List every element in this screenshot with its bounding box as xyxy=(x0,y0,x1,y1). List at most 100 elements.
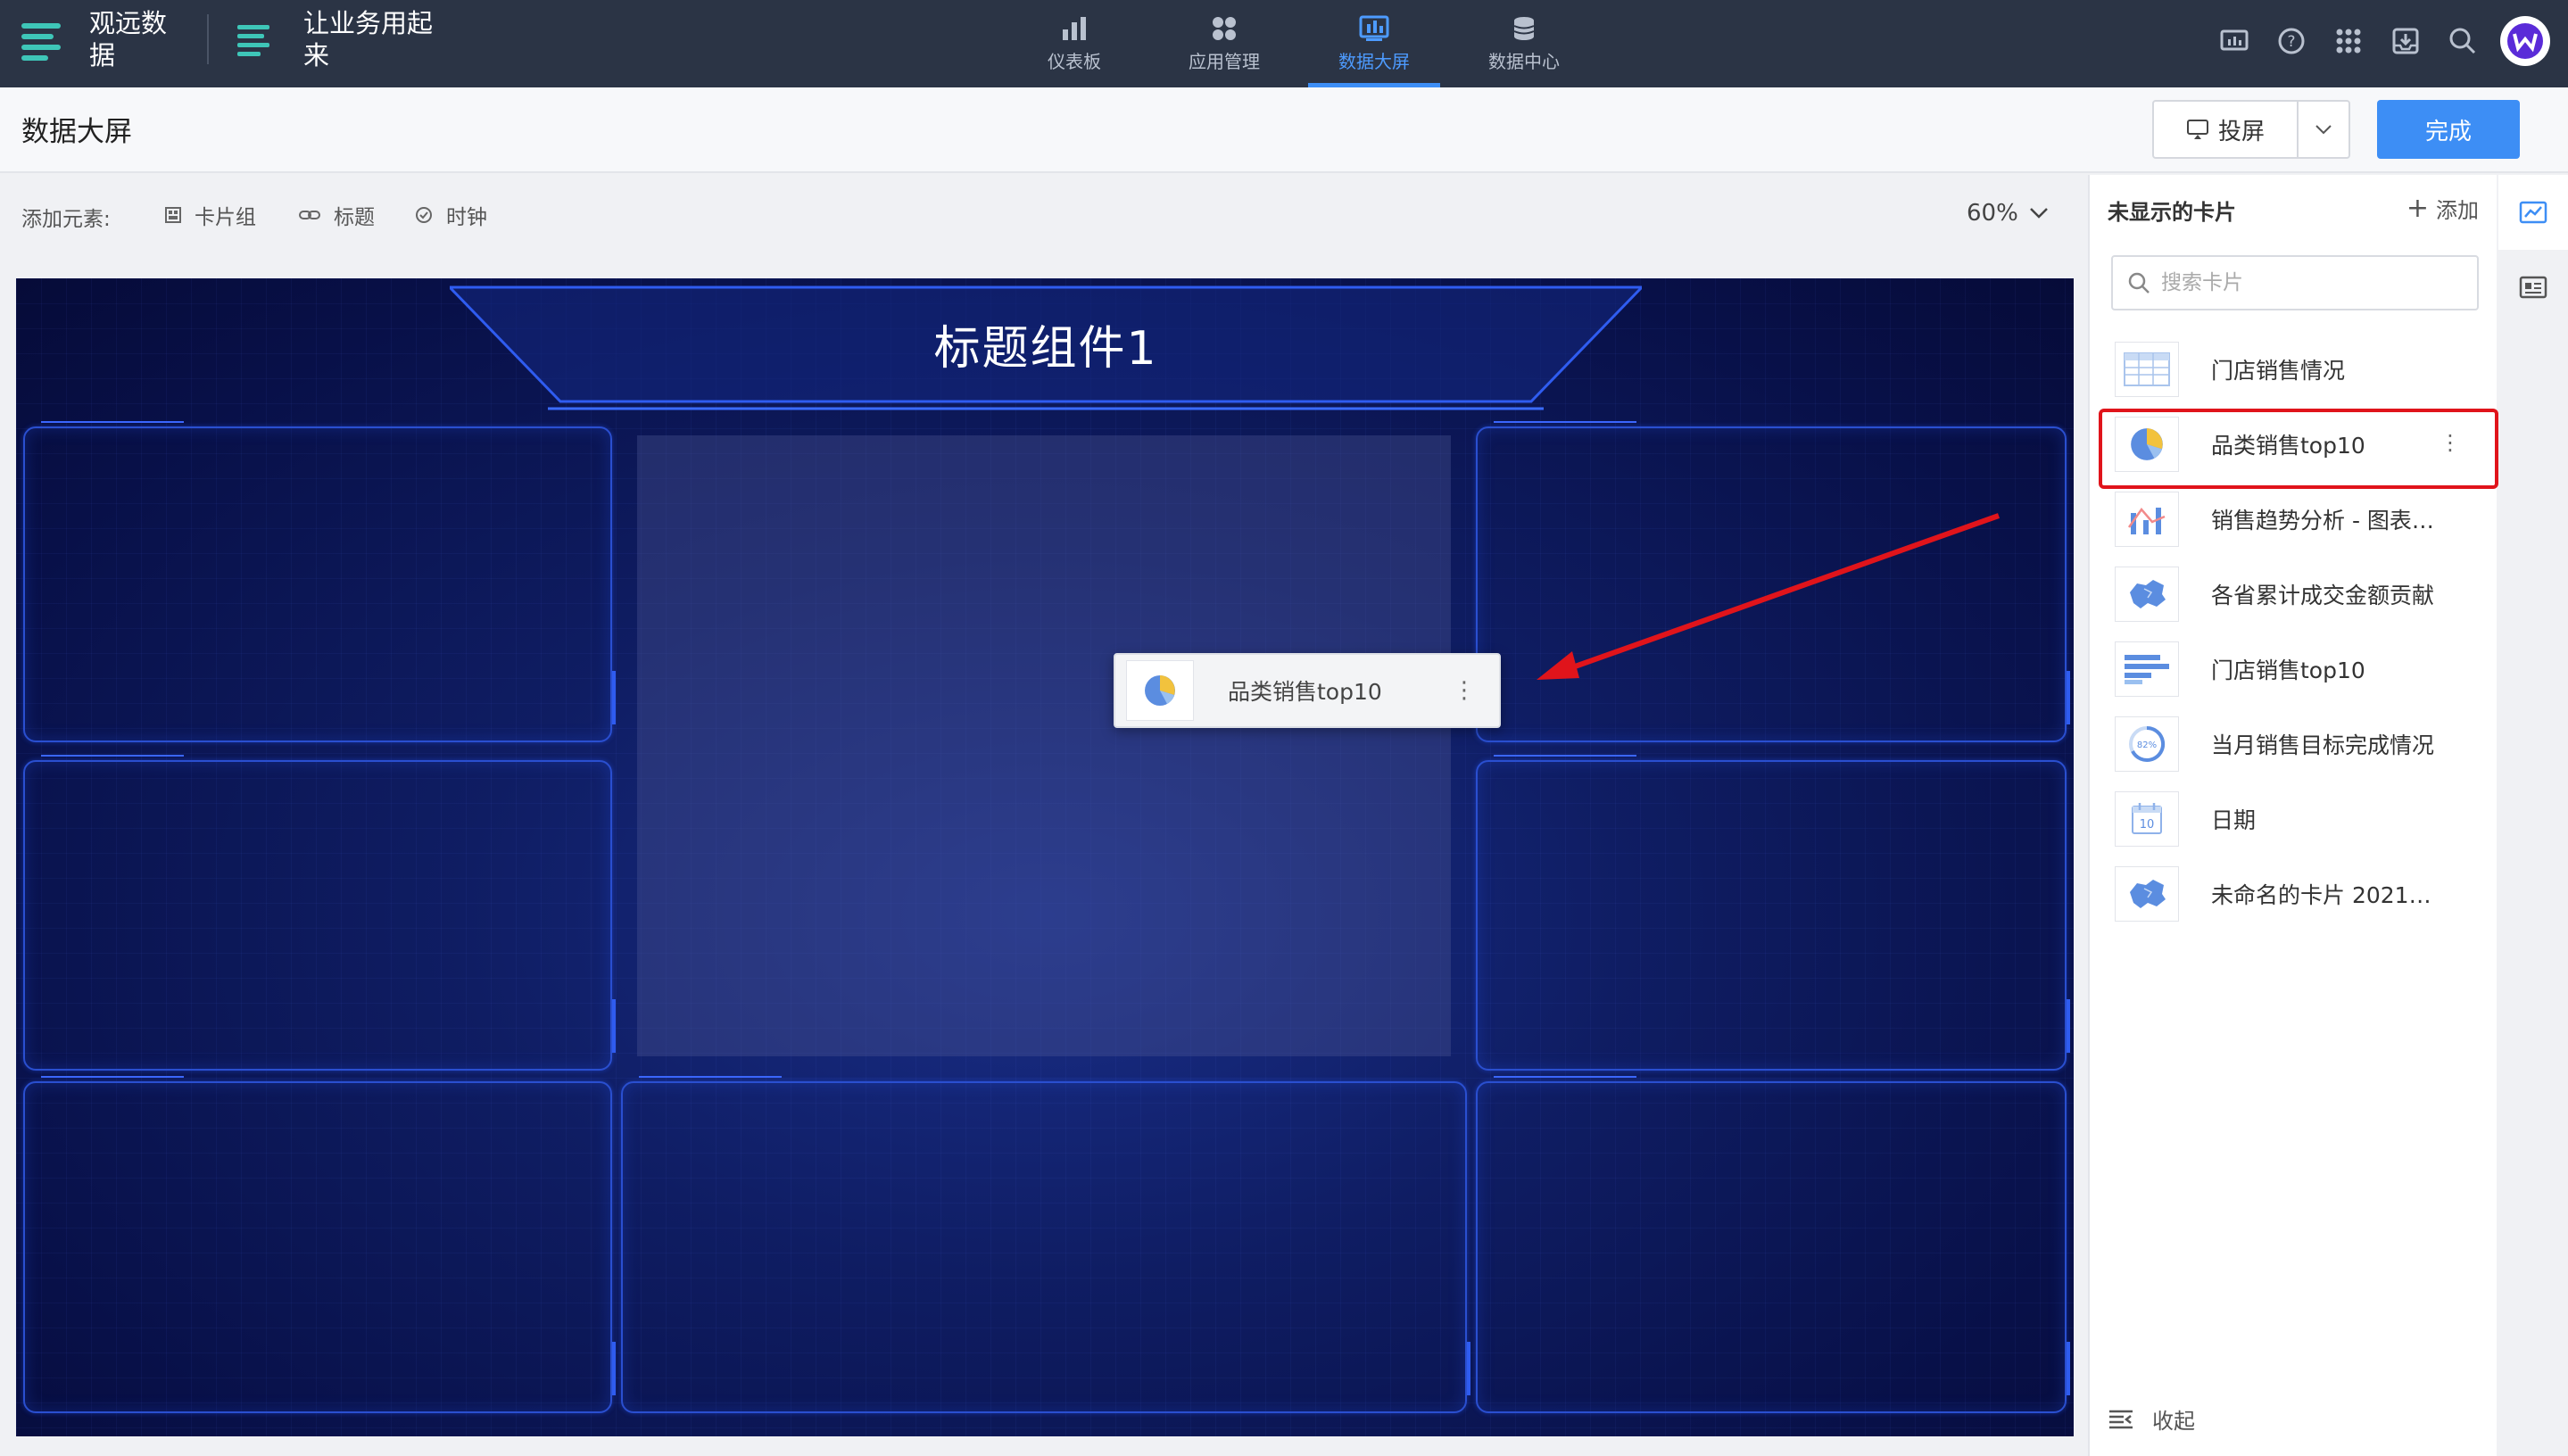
combo-chart-icon xyxy=(2127,507,2166,534)
inbox-download-icon xyxy=(2392,28,2419,54)
zoom-value: 60% xyxy=(1967,200,2018,227)
svg-text:?: ? xyxy=(2287,33,2295,51)
calendar-badge: 10 xyxy=(2140,818,2155,831)
horizontal-bar-icon xyxy=(2125,655,2169,684)
id-card-icon xyxy=(2519,276,2547,299)
grid-dots-icon xyxy=(2336,29,2361,54)
brand-logo-guanyuan[interactable]: 观远数据 xyxy=(20,7,175,71)
card-slot-left-1[interactable] xyxy=(23,421,616,742)
card-item-monthly-target[interactable]: 82% 当月销售目标完成情况 xyxy=(2090,707,2498,782)
cast-screen-icon xyxy=(2186,120,2208,139)
clock-label: 时钟 xyxy=(446,206,487,229)
brand-name: 观远数据 xyxy=(89,8,168,70)
search-button[interactable] xyxy=(2434,16,2491,66)
screen-canvas[interactable]: 标题组件1 xyxy=(16,278,2074,1436)
card-thumbnail xyxy=(1126,660,1194,721)
card-item-date[interactable]: 10 日期 xyxy=(2090,782,2498,856)
apps-grid-icon xyxy=(1213,16,1236,40)
card-thumbnail xyxy=(2115,866,2179,922)
card-item-label: 日期 xyxy=(2211,807,2257,833)
nav-app-management[interactable]: 应用管理 xyxy=(1149,0,1299,87)
clock-icon xyxy=(416,207,432,223)
brand-divider xyxy=(207,14,209,64)
card-item-store-top10[interactable]: 门店销售top10 xyxy=(2090,632,2498,707)
card-item-label: 门店销售top10 xyxy=(2211,658,2365,683)
screen-chart-icon xyxy=(1359,15,1389,41)
title-label: 标题 xyxy=(334,206,375,229)
add-card-button[interactable]: + 添加 xyxy=(2406,193,2479,224)
link-title-icon xyxy=(299,211,320,219)
more-options-icon[interactable]: ⋮ xyxy=(2440,430,2461,455)
nav-data-center[interactable]: 数据中心 xyxy=(1449,0,1599,87)
card-slot-left-2[interactable] xyxy=(23,755,616,1071)
help-icon: ? xyxy=(2278,28,2305,54)
china-map-icon xyxy=(2130,880,2166,908)
canvas-title-component[interactable]: 标题组件1 xyxy=(450,310,1642,377)
plus-icon: + xyxy=(2406,193,2429,224)
right-tool-strip xyxy=(2498,175,2568,1456)
card-search-input[interactable] xyxy=(2159,270,2463,295)
monitor-button[interactable] xyxy=(2206,16,2263,66)
card-group-label: 卡片组 xyxy=(195,206,256,229)
user-avatar[interactable] xyxy=(2500,16,2550,66)
hidden-cards-tab[interactable] xyxy=(2498,175,2568,250)
inbox-button[interactable] xyxy=(2377,16,2434,66)
help-button[interactable]: ? xyxy=(2263,16,2320,66)
chart-panel-icon xyxy=(2519,201,2547,224)
cast-dropdown-button[interactable] xyxy=(2299,102,2348,157)
database-icon xyxy=(1513,16,1535,40)
card-thumbnail: 82% xyxy=(2115,716,2179,772)
card-item-sales-trend[interactable]: 销售趋势分析 - 图表… xyxy=(2090,482,2498,557)
card-item-province-contribution[interactable]: 各省累计成交金额贡献 xyxy=(2090,557,2498,632)
cast-button[interactable]: 投屏 xyxy=(2154,102,2299,157)
collapse-label: 收起 xyxy=(2152,1409,2195,1434)
done-button[interactable]: 完成 xyxy=(2377,100,2520,159)
card-slot-right-2[interactable] xyxy=(1476,755,2070,1071)
card-slot-left-3[interactable] xyxy=(23,1076,616,1413)
page-header: 数据大屏 投屏 完成 xyxy=(0,87,2568,173)
china-map-icon xyxy=(2130,580,2166,608)
add-title-button[interactable]: 标题 xyxy=(298,200,375,230)
apps-launcher-button[interactable] xyxy=(2320,16,2377,66)
gauge-icon: 82% xyxy=(2129,725,2166,762)
card-thumbnail xyxy=(2115,417,2179,472)
gauge-badge: 82% xyxy=(2137,740,2157,750)
card-item-label: 品类销售top10 xyxy=(2211,433,2365,459)
card-thumbnail xyxy=(2115,492,2179,547)
collapse-panel-button[interactable]: 收起 xyxy=(2108,1403,2195,1435)
nav-dashboard[interactable]: 仪表板 xyxy=(999,0,1149,87)
card-slot-center-dropzone[interactable] xyxy=(637,435,1451,1056)
card-item-category-top10[interactable]: 品类销售top10 ⋮ xyxy=(2090,407,2498,489)
page-title: 数据大屏 xyxy=(21,116,132,148)
add-clock-button[interactable]: 时钟 xyxy=(414,200,487,230)
card-item-label: 销售趋势分析 - 图表… xyxy=(2211,508,2434,534)
search-icon xyxy=(2449,28,2476,54)
properties-tab[interactable] xyxy=(2498,250,2568,325)
add-card-group-button[interactable]: 卡片组 xyxy=(164,200,256,230)
brand-slogan: 让业务用起来 xyxy=(234,7,455,71)
card-slot-bottom-center[interactable] xyxy=(621,1076,1470,1413)
panel-title: 未显示的卡片 xyxy=(2108,200,2236,225)
card-item-label: 当月销售目标完成情况 xyxy=(2211,732,2435,758)
card-thumbnail xyxy=(2115,567,2179,622)
calendar-icon: 10 xyxy=(2132,803,2162,834)
zoom-select[interactable]: 60% xyxy=(1967,200,2049,227)
card-item-store-sales[interactable]: 门店销售情况 xyxy=(2090,332,2498,407)
nav-label: 数据大屏 xyxy=(1338,50,1410,72)
search-icon xyxy=(2128,272,2150,294)
nav-data-screen[interactable]: 数据大屏 xyxy=(1299,0,1449,87)
chevron-down-icon xyxy=(2029,208,2048,219)
add-card-label: 添加 xyxy=(2436,198,2479,223)
avatar-logo-icon xyxy=(2507,23,2543,59)
main-nav: 仪表板 应用管理 数据大屏 数据中心 xyxy=(999,0,1599,87)
card-item-untitled-2021[interactable]: 未命名的卡片 2021-… xyxy=(2090,856,2498,931)
bar-chart-icon xyxy=(1063,16,1086,40)
collapse-list-icon xyxy=(2109,1410,2133,1428)
card-group-icon xyxy=(165,207,181,223)
card-thumbnail xyxy=(2115,342,2179,397)
cast-label: 投屏 xyxy=(2217,118,2265,145)
more-options-icon[interactable]: ⋮ xyxy=(1453,677,1476,704)
dragging-card[interactable]: 品类销售top10 ⋮ xyxy=(1114,653,1501,728)
add-element-label: 添加元素: xyxy=(21,208,111,231)
card-slot-right-3[interactable] xyxy=(1476,1076,2070,1413)
